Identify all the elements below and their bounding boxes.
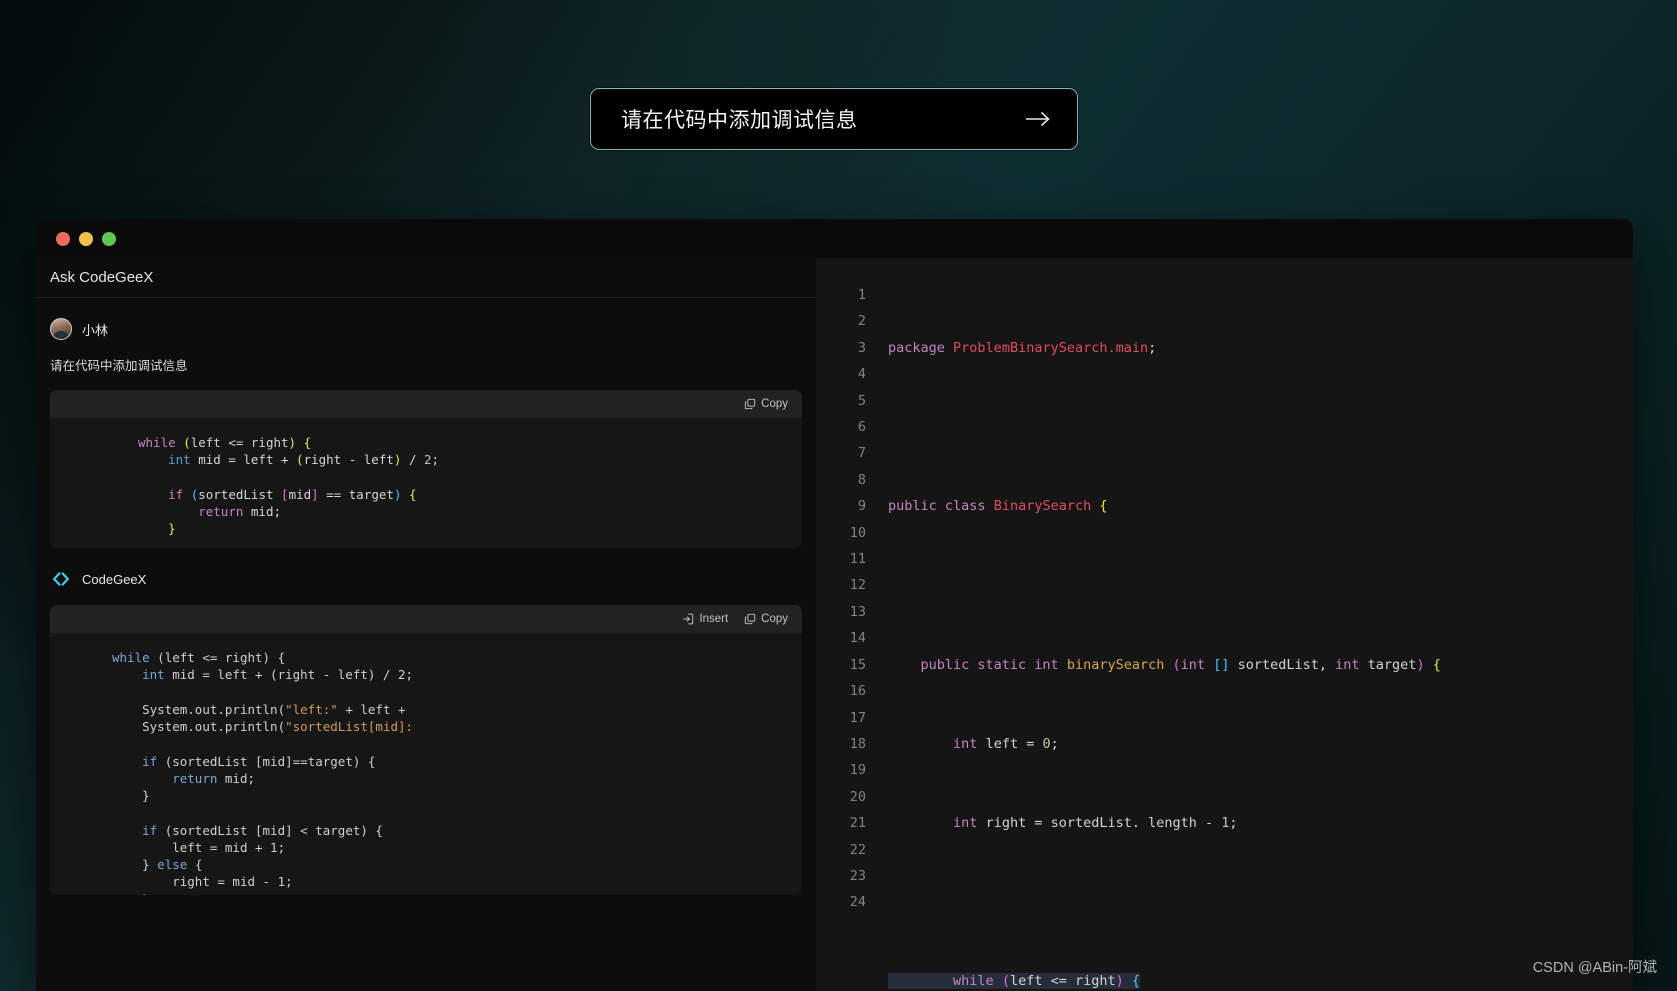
line-number: 20 [849, 788, 866, 805]
line-number: 18 [849, 735, 866, 752]
prompt-bar: 请在代码中添加调试信息 [590, 88, 1078, 150]
insert-icon [682, 613, 694, 625]
maximize-button[interactable] [102, 231, 116, 246]
minimize-button[interactable] [79, 231, 93, 246]
chat-header: Ask CodeGeeX [36, 258, 816, 298]
code-line: int right = sortedList. length - 1; [953, 815, 1238, 832]
copy-button[interactable]: Copy [744, 398, 788, 410]
watermark: CSDN @ABin-阿斌 [1532, 960, 1657, 976]
line-number: 21 [849, 815, 866, 832]
editor-line-numbers: 1 2 3 4 5 6 7 8 9 10 11 12 13 14 15 16 1… [816, 258, 878, 991]
user-message-text: 请在代码中添加调试信息 [50, 359, 188, 373]
line-number: 10 [849, 524, 866, 541]
line-number: 12 [849, 577, 866, 594]
line-number: 1 [857, 287, 866, 303]
line-number: 22 [849, 841, 866, 858]
prompt-input-box[interactable]: 请在代码中添加调试信息 [590, 88, 1078, 150]
codegeex-logo-icon [50, 568, 72, 590]
line-number: 13 [849, 603, 866, 620]
copy-label: Copy [761, 613, 788, 625]
assistant-code-toolbar: Insert Copy [50, 605, 802, 633]
code-line: int left = 0; [953, 735, 1059, 752]
assistant-code-body: while (left <= right) { int mid = left +… [50, 633, 802, 895]
copy-button[interactable]: Copy [744, 613, 788, 625]
window-titlebar [36, 219, 1633, 258]
arrow-right-icon[interactable] [1021, 102, 1055, 136]
line-number: 7 [857, 445, 866, 462]
line-number: 19 [849, 762, 866, 779]
assistant-message-header: CodeGeeX [50, 568, 802, 590]
assistant-name: CodeGeeX [82, 571, 147, 587]
line-number: 5 [857, 392, 866, 409]
copy-label: Copy [761, 398, 788, 410]
app-window: Ask CodeGeeX 小林 请在代码中添加调试信息 Copy while (… [36, 219, 1633, 991]
chat-panel: Ask CodeGeeX 小林 请在代码中添加调试信息 Copy while (… [36, 258, 816, 991]
assistant-code-block: Insert Copy while (left <= right) {int … [50, 605, 802, 895]
user-message-header: 小林 [50, 318, 802, 340]
user-name: 小林 [82, 322, 109, 338]
line-number: 17 [849, 709, 866, 726]
line-number: 23 [849, 867, 866, 884]
editor-code-area[interactable]: package ProblemBinarySearch.main; public… [878, 258, 1633, 991]
code-line: public class BinarySearch { [888, 498, 1108, 515]
line-number: 4 [857, 366, 866, 383]
line-number: 8 [857, 471, 866, 488]
code-line: while (left <= right) { [878, 968, 1633, 991]
insert-label: Insert [699, 613, 729, 625]
copy-icon [744, 398, 756, 410]
line-number: 16 [849, 683, 866, 700]
line-number: 2 [857, 313, 866, 330]
line-number: 3 [857, 339, 866, 356]
line-number: 6 [857, 419, 866, 436]
user-code-text: while (left <= right) { int mid = left +… [138, 435, 440, 537]
user-code-body: while (left <= right) { int mid = left +… [50, 418, 802, 548]
code-line: public static int binarySearch (int [] s… [920, 656, 1441, 673]
copy-icon [744, 613, 756, 625]
code-line: package ProblemBinarySearch.main; [888, 339, 1157, 356]
insert-button[interactable]: Insert [682, 613, 728, 625]
chat-header-title: Ask CodeGeeX [50, 269, 154, 286]
prompt-text[interactable]: 请在代码中添加调试信息 [621, 104, 1021, 134]
code-editor-panel[interactable]: 1 2 3 4 5 6 7 8 9 10 11 12 13 14 15 16 1… [816, 258, 1633, 991]
user-code-toolbar: Copy [50, 390, 802, 418]
assistant-code-text: while (left <= right) { int mid = left +… [112, 650, 414, 895]
line-number: 24 [849, 894, 866, 911]
line-number: 9 [857, 498, 866, 515]
close-button[interactable] [56, 231, 70, 246]
line-number: 15 [849, 656, 866, 673]
line-number: 11 [849, 551, 866, 568]
chat-body: 小林 请在代码中添加调试信息 Copy while (left <= right… [36, 298, 816, 915]
avatar [50, 318, 72, 340]
line-number: 14 [849, 630, 866, 647]
user-code-block: Copy while (left <= right) { int mid = l… [50, 390, 802, 548]
